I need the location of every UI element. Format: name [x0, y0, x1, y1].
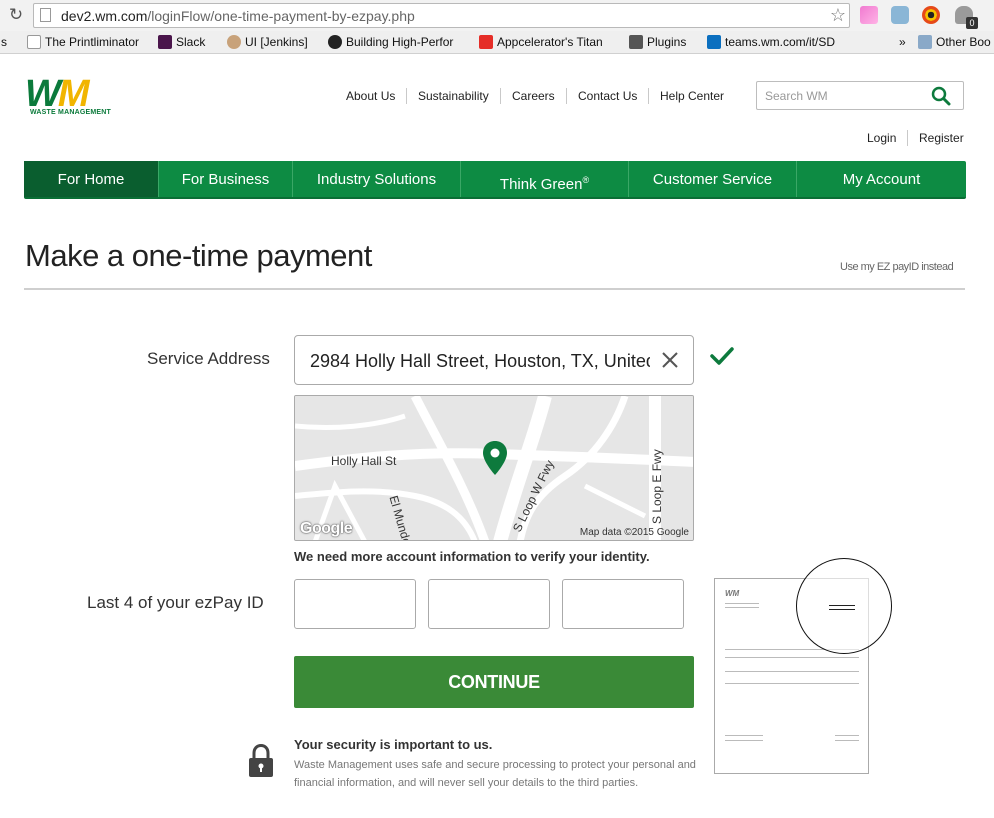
bill-line	[835, 740, 859, 741]
folder-icon	[918, 35, 932, 49]
map-credit: Map data ©2015 Google	[579, 527, 689, 538]
youtube-icon	[479, 35, 493, 49]
search-input[interactable]	[765, 87, 915, 105]
extension-icon[interactable]	[860, 6, 878, 24]
bill-line	[835, 735, 859, 736]
nav-tab-for-business[interactable]: For Business	[159, 161, 293, 197]
login-link[interactable]: Login	[867, 131, 896, 145]
nav-tab-industry-solutions[interactable]: Industry Solutions	[293, 161, 461, 197]
highlighted-line	[829, 605, 855, 606]
highlighted-line	[829, 609, 855, 610]
security-title: Your security is important to us.	[294, 737, 493, 752]
divider	[406, 88, 407, 104]
search-icon[interactable]	[931, 86, 951, 106]
bookmark-item[interactable]: Appcelerator's Titan	[479, 35, 603, 49]
nav-tab-customer-service[interactable]: Customer Service	[629, 161, 797, 197]
url-text: dev2.wm.com/loginFlow/one-time-payment-b…	[61, 8, 415, 24]
bill-line	[725, 607, 759, 608]
wm-logo[interactable]: WM WASTE MANAGEMENT	[25, 73, 137, 118]
github-icon	[328, 35, 342, 49]
security-text: Waste Management uses safe and secure pr…	[294, 759, 696, 789]
map-street-label: Holly Hall St	[331, 454, 397, 468]
eye-extension-icon[interactable]	[922, 6, 940, 24]
nav-link-help-center[interactable]: Help Center	[660, 89, 724, 103]
heading-divider	[24, 288, 965, 290]
bookmark-item[interactable]: Building High-Perfor	[328, 35, 453, 49]
ezpay-digit-input-3[interactable]	[562, 579, 684, 629]
logo-letters: WM	[25, 73, 89, 115]
search-box	[756, 81, 964, 110]
bookmark-item[interactable]: teams.wm.com/it/SD	[707, 35, 835, 49]
extension-badge: 0	[966, 17, 978, 29]
location-map[interactable]: Holly Hall St El Mundo St S Loop W Fwy S…	[294, 395, 694, 541]
magnifier-highlight	[796, 558, 892, 654]
map-pin-icon	[483, 441, 507, 475]
clear-icon[interactable]	[660, 350, 680, 370]
slack-icon	[158, 35, 172, 49]
bill-line	[725, 671, 859, 672]
map-street-label: S Loop E Fwy	[650, 449, 664, 524]
bookmark-folder[interactable]: Other Boo	[918, 35, 991, 49]
service-address-field	[294, 335, 694, 385]
nav-link-about-us[interactable]: About Us	[346, 89, 395, 103]
bill-line	[725, 735, 763, 736]
camera-extension-icon[interactable]	[891, 6, 909, 24]
jenkins-icon	[227, 35, 241, 49]
ezpay-id-label: Last 4 of your ezPay ID	[87, 593, 264, 612]
use-ez-payid-link[interactable]: Use my EZ payID instead	[840, 261, 954, 273]
bill-line	[725, 683, 859, 684]
verify-note: We need more account information to veri…	[294, 549, 650, 564]
browser-toolbar: ↻ dev2.wm.com/loginFlow/one-time-payment…	[0, 0, 994, 31]
page-title: Make a one-time payment	[25, 238, 372, 273]
google-logo: Google	[300, 520, 353, 537]
nav-link-contact-us[interactable]: Contact Us	[578, 89, 637, 103]
divider	[648, 88, 649, 104]
reload-icon[interactable]: ↻	[6, 5, 26, 25]
register-link[interactable]: Register	[919, 131, 964, 145]
nav-tab-my-account[interactable]: My Account	[797, 161, 966, 197]
checkmark-icon	[710, 347, 734, 365]
puzzle-icon	[629, 35, 643, 49]
bookmark-item[interactable]: Slack	[158, 35, 205, 49]
bookmarks-bar: s The Printliminator Slack UI [Jenkins] …	[0, 31, 994, 54]
page-icon	[27, 35, 41, 49]
bill-line	[725, 603, 759, 604]
ezpay-digit-input-1[interactable]	[294, 579, 416, 629]
bookmark-item[interactable]: The Printliminator	[27, 35, 139, 49]
bill-line	[725, 657, 859, 658]
address-bar[interactable]: dev2.wm.com/loginFlow/one-time-payment-b…	[33, 3, 850, 28]
service-address-label: Service Address	[147, 349, 270, 368]
continue-button[interactable]: CONTINUE	[294, 656, 694, 708]
divider	[566, 88, 567, 104]
divider	[907, 130, 908, 146]
bookmark-item[interactable]: s	[1, 35, 7, 49]
bookmarks-overflow[interactable]: »	[899, 35, 906, 49]
bill-logo: WM	[725, 589, 740, 598]
ezpay-digit-input-2[interactable]	[428, 579, 550, 629]
service-address-input[interactable]	[310, 348, 650, 374]
bookmark-item[interactable]: UI [Jenkins]	[227, 35, 308, 49]
page-icon	[40, 8, 51, 22]
logo-subtitle: WASTE MANAGEMENT	[30, 109, 111, 116]
lock-icon	[249, 744, 273, 777]
bookmark-star-icon[interactable]: ☆	[830, 5, 846, 26]
main-nav: For Home For Business Industry Solutions…	[24, 161, 966, 199]
bill-line	[725, 740, 763, 741]
divider	[500, 88, 501, 104]
nav-tab-think-green[interactable]: Think Green®	[461, 161, 629, 197]
nav-link-careers[interactable]: Careers	[512, 89, 555, 103]
nav-tab-for-home[interactable]: For Home	[24, 161, 159, 197]
nav-link-sustainability[interactable]: Sustainability	[418, 89, 489, 103]
sharepoint-icon	[707, 35, 721, 49]
bookmark-item[interactable]: Plugins	[629, 35, 686, 49]
